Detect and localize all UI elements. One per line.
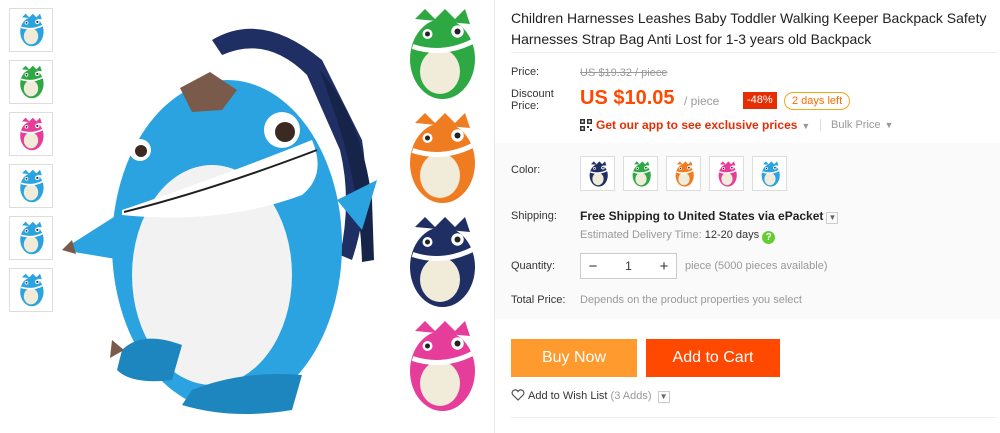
- color-label: Color:: [511, 164, 541, 176]
- thumbnail-blue-backpack-back[interactable]: [9, 216, 53, 260]
- increase-quantity-button[interactable]: +: [652, 258, 676, 275]
- time-left-badge: 2 days left: [784, 92, 851, 110]
- quantity-stepper: − +: [580, 253, 677, 279]
- bulk-price-dropdown[interactable]: Bulk Price ▼: [820, 119, 893, 131]
- product-title: Children Harnesses Leashes Baby Toddler …: [511, 10, 987, 47]
- chevron-down-icon[interactable]: ▼: [826, 212, 839, 224]
- price-label: Price:: [511, 66, 540, 78]
- swatch-image: [718, 160, 737, 187]
- total-price-label: Total Price:: [511, 294, 566, 306]
- thumbnail-blue-backpack-top[interactable]: [9, 268, 53, 312]
- divider: [511, 417, 997, 418]
- wish-list-link[interactable]: Add to Wish List: [528, 390, 607, 402]
- chevron-down-icon[interactable]: ▼: [657, 391, 670, 403]
- delivery-label: Estimated Delivery Time:: [580, 229, 702, 241]
- variant-image-pink[interactable]: [390, 316, 490, 416]
- total-price-value: Depends on the product properties you se…: [580, 294, 802, 306]
- backpack-thumbnail-image: [20, 117, 44, 151]
- backpack-thumbnail-image: [20, 13, 44, 47]
- swatch-image: [632, 160, 651, 187]
- swatch-image: [589, 160, 608, 187]
- discount-price-label: Discount Price:: [511, 88, 554, 112]
- thumbnail-strip: [9, 8, 53, 320]
- delivery-days: 12-20 days: [704, 229, 760, 241]
- thumbnail-pink-backpack[interactable]: [9, 112, 53, 156]
- thumbnail-blue-backpack[interactable]: [9, 8, 53, 52]
- variant-image-green[interactable]: [390, 4, 490, 104]
- shipping-selector[interactable]: Free Shipping to United States via ePack…: [580, 209, 839, 224]
- chevron-down-icon[interactable]: ▼: [801, 121, 810, 131]
- product-info-panel: Children Harnesses Leashes Baby Toddler …: [495, 0, 1000, 433]
- variant-image-orange[interactable]: [390, 108, 490, 208]
- backpack-thumbnail-image: [20, 169, 44, 203]
- color-variant-gallery: [390, 0, 490, 433]
- color-swatch-orange[interactable]: [666, 156, 701, 191]
- qr-code-icon: [580, 119, 592, 131]
- app-promo-row: Get our app to see exclusive prices ▼ Bul…: [580, 118, 893, 132]
- main-product-image[interactable]: [62, 0, 382, 433]
- quantity-input[interactable]: [605, 259, 652, 273]
- shipping-label: Shipping:: [511, 210, 557, 222]
- discount-price: US $10.05: [580, 87, 675, 109]
- discount-badge: -48%: [743, 92, 777, 109]
- swatch-image: [675, 160, 694, 187]
- add-to-cart-button[interactable]: Add to Cart: [646, 339, 780, 377]
- thumbnail-green-backpack[interactable]: [9, 60, 53, 104]
- delivery-estimate: Estimated Delivery Time: 12-20 days ?: [580, 229, 776, 244]
- wish-count: (3 Adds): [610, 390, 652, 402]
- wish-list-row[interactable]: Add to Wish List (3 Adds) ▼: [511, 389, 670, 403]
- color-swatch-green[interactable]: [623, 156, 658, 191]
- shipping-method: Free Shipping to United States via ePack…: [580, 209, 824, 223]
- dinosaur-backpack-illustration: [62, 28, 377, 414]
- help-icon[interactable]: ?: [762, 231, 776, 244]
- color-swatch-navy[interactable]: [580, 156, 615, 191]
- backpack-thumbnail-image: [20, 65, 44, 99]
- variant-image-navy[interactable]: [390, 212, 490, 312]
- swatch-image: [761, 160, 780, 187]
- app-promo-link[interactable]: Get our app to see exclusive prices: [596, 118, 797, 132]
- price-unit: / piece: [684, 94, 720, 108]
- color-swatch-blue[interactable]: [752, 156, 787, 191]
- buy-now-button[interactable]: Buy Now: [511, 339, 637, 377]
- bulk-price-label: Bulk Price: [831, 119, 881, 131]
- chevron-down-icon: ▼: [884, 120, 894, 130]
- backpack-thumbnail-image: [20, 221, 44, 255]
- color-swatches: [580, 156, 787, 191]
- quantity-availability: piece (5000 pieces available): [685, 260, 828, 272]
- quantity-label: Quantity:: [511, 260, 556, 272]
- backpack-thumbnail-image: [20, 273, 44, 307]
- heart-icon[interactable]: [511, 389, 525, 401]
- color-swatch-pink[interactable]: [709, 156, 744, 191]
- thumbnail-blue-backpack-side[interactable]: [9, 164, 53, 208]
- decrease-quantity-button[interactable]: −: [581, 258, 605, 275]
- divider: [511, 52, 997, 53]
- options-block: Color: Shipping: Free Shipping to United…: [495, 143, 1000, 319]
- original-price: US $19.32 / piece: [580, 67, 668, 79]
